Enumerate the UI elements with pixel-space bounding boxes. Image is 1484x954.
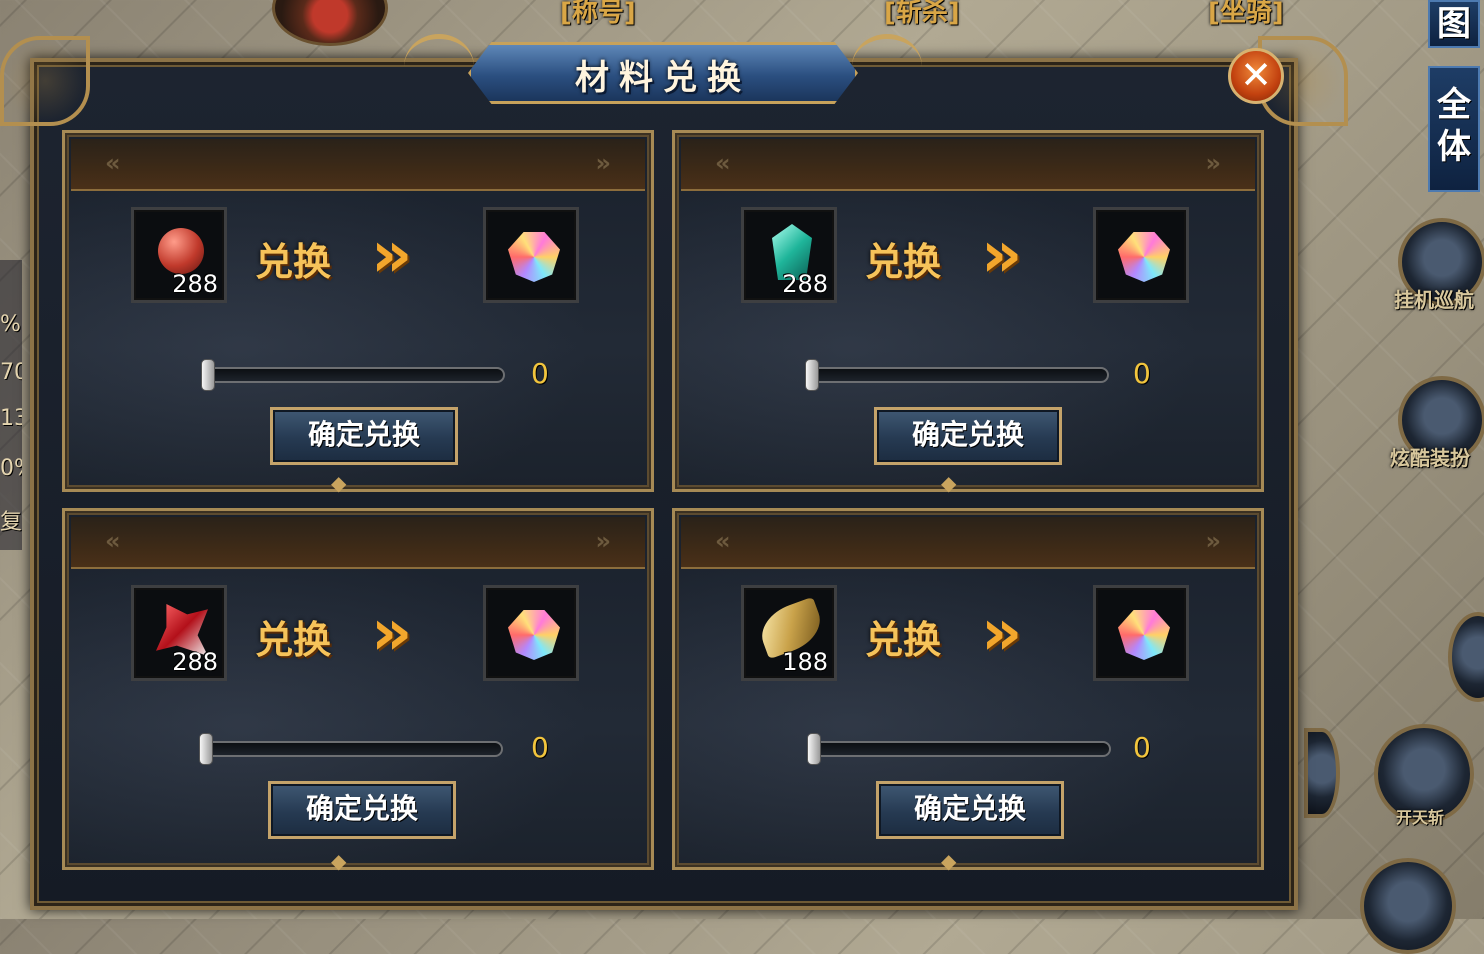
- ornament-icon: ◆: [331, 471, 347, 495]
- sky-slash-label: 开天斩: [1396, 808, 1445, 827]
- source-item-slot[interactable]: 288: [131, 207, 227, 303]
- quantity-value: 0: [531, 731, 549, 764]
- result-item-slot[interactable]: [483, 585, 579, 681]
- top-orb-decoration: [272, 0, 388, 46]
- source-count: 288: [172, 648, 218, 676]
- exchange-label: 兑换: [865, 240, 942, 284]
- header-right-arrow-icon: »: [1205, 527, 1221, 555]
- skill-slot-bottom[interactable]: [1360, 858, 1456, 954]
- left-stat-2: 70: [0, 360, 22, 385]
- header-left-arrow-icon: «: [105, 149, 121, 177]
- source-item-slot[interactable]: 288: [131, 585, 227, 681]
- exchange-label: 兑换: [255, 618, 332, 662]
- left-stat-5: 复: [0, 510, 22, 535]
- slider-handle[interactable]: [201, 359, 215, 391]
- window-title: 材料兑换: [575, 58, 751, 98]
- quantity-value: 0: [1133, 731, 1151, 764]
- header-right-arrow-icon: »: [595, 527, 611, 555]
- title-wing-left: [404, 34, 474, 99]
- red-orb-icon: [158, 228, 204, 274]
- map-button[interactable]: 图: [1428, 0, 1480, 48]
- header-right-arrow-icon: »: [595, 149, 611, 177]
- quantity-slider[interactable]: [203, 741, 503, 757]
- confirm-exchange-button[interactable]: 确定兑换: [876, 781, 1064, 839]
- top-label-kill: [斩杀]: [884, 0, 960, 28]
- panel-header: « »: [681, 139, 1255, 191]
- confirm-exchange-button[interactable]: 确定兑换: [874, 407, 1062, 465]
- left-stat-3: 13: [0, 406, 22, 431]
- exchange-panel-2: « » 288 兑换 » 0 确定兑换 ◆: [672, 130, 1264, 495]
- rainbow-gem-icon: [1118, 610, 1170, 660]
- result-item-slot[interactable]: [1093, 207, 1189, 303]
- header-left-arrow-icon: «: [105, 527, 121, 555]
- rainbow-gem-icon: [508, 610, 560, 660]
- rainbow-gem-icon: [508, 232, 560, 282]
- exchange-panel-3: « » 288 兑换 » 0 确定兑换 ◆: [62, 508, 654, 873]
- auto-patrol-label: 挂机巡航: [1394, 288, 1474, 312]
- source-count: 188: [782, 648, 828, 676]
- slider-handle[interactable]: [805, 359, 819, 391]
- exchange-panel-1: « » 288 兑换 » 0 确定兑换 ◆: [62, 130, 654, 495]
- top-label-mount: [坐骑]: [1208, 0, 1284, 28]
- header-left-arrow-icon: «: [715, 149, 731, 177]
- exchange-panel-4: « » 188 兑换 » 0 确定兑换 ◆: [672, 508, 1264, 873]
- double-chevron-icon: »: [371, 218, 413, 292]
- frame-corner-top-left: [0, 36, 90, 126]
- double-chevron-icon: »: [371, 596, 413, 670]
- left-stat-1: %: [0, 312, 21, 337]
- quantity-slider[interactable]: [809, 367, 1109, 383]
- header-right-arrow-icon: »: [1205, 149, 1221, 177]
- exchange-label: 兑换: [865, 618, 942, 662]
- panel-header: « »: [71, 517, 645, 569]
- confirm-exchange-button[interactable]: 确定兑换: [268, 781, 456, 839]
- source-count: 288: [172, 270, 218, 298]
- ornament-icon: ◆: [331, 849, 347, 873]
- cool-outfit-label: 炫酷装扮: [1390, 446, 1470, 470]
- rainbow-gem-icon: [1118, 232, 1170, 282]
- source-count: 288: [782, 270, 828, 298]
- quantity-slider[interactable]: [205, 367, 505, 383]
- close-button[interactable]: ✕: [1228, 48, 1284, 104]
- left-stat-4: 0%: [0, 456, 22, 481]
- quantity-value: 0: [1133, 357, 1151, 390]
- skill-slot-left[interactable]: [1304, 728, 1340, 818]
- source-item-slot[interactable]: 288: [741, 207, 837, 303]
- ornament-icon: ◆: [941, 471, 957, 495]
- quantity-slider[interactable]: [811, 741, 1111, 757]
- panel-header: « »: [71, 139, 645, 191]
- result-item-slot[interactable]: [483, 207, 579, 303]
- double-chevron-icon: »: [981, 218, 1023, 292]
- confirm-exchange-button[interactable]: 确定兑换: [270, 407, 458, 465]
- title-wing-right: [852, 34, 922, 99]
- exchange-label: 兑换: [255, 240, 332, 284]
- slider-handle[interactable]: [807, 733, 821, 765]
- panel-header: « »: [681, 517, 1255, 569]
- double-chevron-icon: »: [981, 596, 1023, 670]
- skill-slot-right[interactable]: [1448, 612, 1484, 702]
- all-chat-button[interactable]: 全 体: [1428, 66, 1480, 192]
- slider-handle[interactable]: [199, 733, 213, 765]
- result-item-slot[interactable]: [1093, 585, 1189, 681]
- top-label-title: [称号]: [560, 0, 636, 28]
- ornament-icon: ◆: [941, 849, 957, 873]
- header-left-arrow-icon: «: [715, 527, 731, 555]
- quantity-value: 0: [531, 357, 549, 390]
- source-item-slot[interactable]: 188: [741, 585, 837, 681]
